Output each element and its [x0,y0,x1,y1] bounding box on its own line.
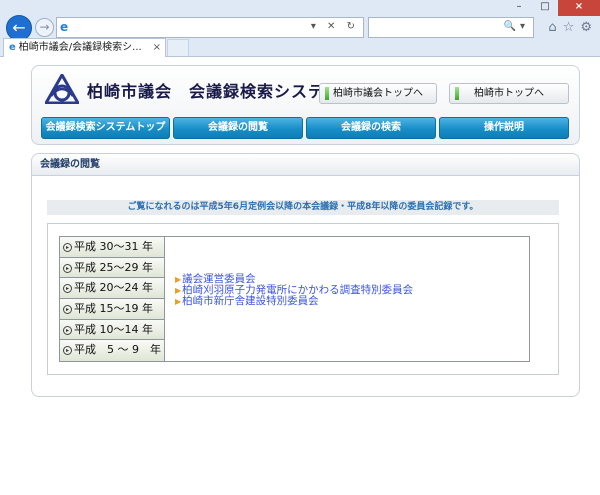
forward-button[interactable]: → [35,18,54,37]
green-bar-icon [455,87,459,100]
circle-arrow-icon: ▸ [63,304,72,314]
minutes-list-frame: ▸ 平成 30～31 年 ▸ 平成 25～29 年 ▸ 平成 20～24 年 ▸ 平成 … [47,223,559,375]
triangle-bullet-icon: ▶ [175,297,182,306]
nav-help[interactable]: 操作説明 [439,117,569,139]
green-bar-icon [325,87,329,100]
minimize-button[interactable]: – [506,0,532,16]
year-range-list: ▸ 平成 30～31 年 ▸ 平成 25～29 年 ▸ 平成 20～24 年 ▸ 平成 … [60,237,165,361]
circle-arrow-icon: ▸ [63,243,72,252]
year-range-item[interactable]: ▸ 平成 30～31 年 [60,237,164,258]
year-range-item[interactable]: ▸ 平成 10～14 年 [60,319,164,341]
arrow-right-icon: → [39,20,50,34]
close-window-button[interactable]: × [558,0,600,16]
circle-arrow-icon: ▸ [63,284,72,294]
browser-toolbar-icons: ⌂ ☆ ⚙ [548,20,592,35]
triangle-bullet-icon: ▶ [175,286,182,295]
star-icon[interactable]: ☆ [563,20,575,35]
section-title: 会議録の閲覧 [32,154,579,176]
committee-list: ▶議会運営委員会 ▶柏崎刈羽原子力発電所にかかわる調査特別委員会 ▶柏崎市新庁舎… [175,274,413,307]
city-top-link[interactable]: 柏崎市トップへ [449,83,569,104]
council-top-label: 柏崎市議会トップへ [333,88,423,99]
triangle-bullet-icon: ▶ [175,275,182,284]
year-range-item[interactable]: ▸ 平成 25～29 年 [60,257,164,279]
ie-page-icon: e [60,20,69,34]
availability-notice: ご覧になれるのは平成5年6月定例会以降の本会議録・平成8年以降の委員会記録です。 [47,200,559,215]
home-icon[interactable]: ⌂ [548,20,556,35]
page: 柏崎市議会 会議録検索システム 柏崎市議会トップへ 柏崎市トップへ 会議録検索シ… [0,58,600,495]
browser-chrome: ← → e ▾ ✕ ↻ 🔍▾ – □ × ⌂ ☆ ⚙ e 柏崎市議会/会議録検索シ… [0,0,600,57]
circle-arrow-icon: ▸ [63,346,72,356]
browser-search-input[interactable]: 🔍▾ [368,17,534,38]
circle-arrow-icon: ▸ [63,325,72,335]
new-tab-button[interactable] [167,39,189,56]
gear-icon[interactable]: ⚙ [580,20,592,35]
tab-close-icon[interactable]: × [153,39,161,56]
address-controls[interactable]: ▾ ✕ ↻ [311,21,359,32]
year-range-item[interactable]: ▸ 平成 20～24 年 [60,278,164,299]
city-top-label: 柏崎市トップへ [474,88,544,99]
search-icon[interactable]: 🔍▾ [504,21,529,32]
maximize-button[interactable]: □ [532,0,558,16]
committee-link[interactable]: ▶柏崎市新庁舎建設特別委員会 [175,296,413,307]
nav-search-minutes[interactable]: 会議録の検索 [306,117,436,139]
council-top-link[interactable]: 柏崎市議会トップへ [319,83,437,104]
browse-panel: 会議録の閲覧 ご覧になれるのは平成5年6月定例会以降の本会議録・平成8年以降の委… [31,153,580,397]
window-controls: – □ × [506,0,600,16]
ie-tab-icon: e [9,42,16,53]
site-title: 柏崎市議会 会議録検索システム [87,82,342,101]
nav-search-system-top[interactable]: 会議録検索システムトップ [41,117,170,139]
year-range-item[interactable]: ▸ 平成 15～19 年 [60,298,164,320]
arrow-left-icon: ← [12,18,26,37]
year-range-item[interactable]: ▸ 平成 5 ～ 9 年 [60,340,164,361]
nav-browse-minutes[interactable]: 会議録の閲覧 [173,117,303,139]
browser-tab[interactable]: e 柏崎市議会/会議録検索シ... × [3,38,166,57]
tab-title: 柏崎市議会/会議録検索シ... [18,42,142,53]
address-bar[interactable]: e ▾ ✕ ↻ [56,17,364,38]
circle-arrow-icon: ▸ [63,263,72,273]
site-header: 柏崎市議会 会議録検索システム 柏崎市議会トップへ 柏崎市トップへ 会議録検索シ… [31,65,580,145]
minutes-list: ▸ 平成 30～31 年 ▸ 平成 25～29 年 ▸ 平成 20～24 年 ▸ 平成 … [59,236,530,362]
city-emblem-icon [45,74,79,104]
